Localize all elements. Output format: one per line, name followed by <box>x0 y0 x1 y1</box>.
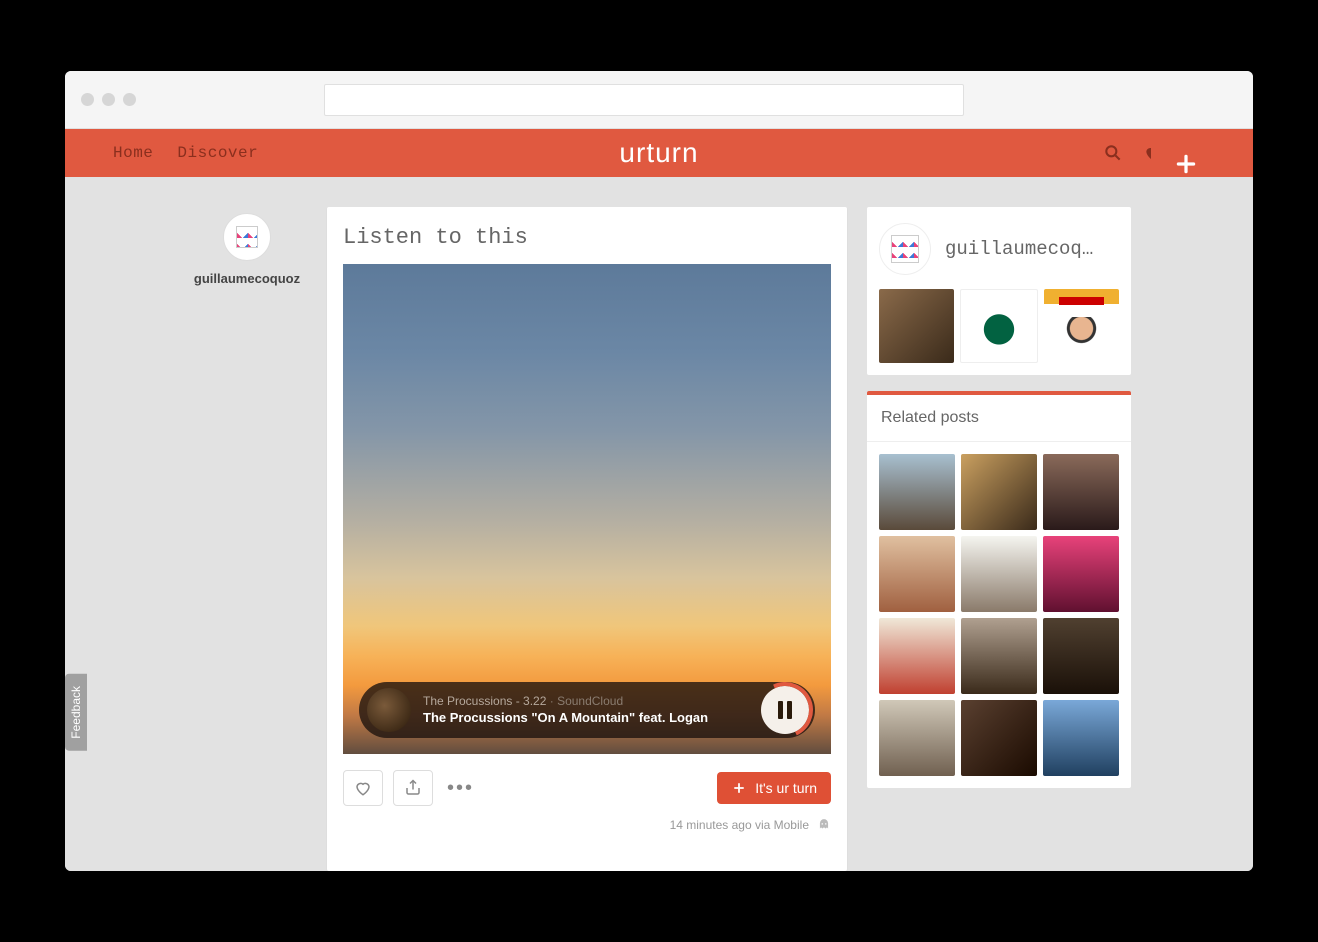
track-source: · SoundCloud <box>546 694 623 708</box>
nav-discover[interactable]: Discover <box>177 144 258 162</box>
profile-avatar[interactable] <box>879 223 931 275</box>
related-posts-card: Related posts <box>867 391 1131 788</box>
track-artwork <box>367 688 411 732</box>
related-posts-grid <box>867 442 1131 788</box>
browser-chrome <box>65 71 1253 129</box>
traffic-lights <box>81 93 136 106</box>
more-options-button[interactable]: ••• <box>443 777 478 800</box>
cta-label: It's ur turn <box>755 780 817 796</box>
its-ur-turn-button[interactable]: It's ur turn <box>717 772 831 804</box>
profile-name[interactable]: guillaumecoq… <box>945 238 1093 260</box>
minimize-window-button[interactable] <box>102 93 115 106</box>
post-title: Listen to this <box>327 207 847 264</box>
pause-icon <box>778 701 792 719</box>
profile-thumb[interactable] <box>960 289 1037 363</box>
profile-thumb[interactable] <box>879 289 954 363</box>
track-title: The Procussions "On A Mountain" feat. Lo… <box>423 709 749 727</box>
profile-card: guillaumecoq… <box>867 207 1131 375</box>
related-post-thumb[interactable] <box>1043 618 1119 694</box>
search-icon[interactable] <box>1101 141 1125 165</box>
close-window-button[interactable] <box>81 93 94 106</box>
related-post-thumb[interactable] <box>879 536 955 612</box>
author-name[interactable]: guillaumecoquoz <box>187 271 307 286</box>
post-footer: 14 minutes ago via Mobile <box>327 814 847 836</box>
avatar-icon <box>236 226 258 248</box>
related-post-thumb[interactable] <box>961 618 1037 694</box>
related-post-thumb[interactable] <box>961 700 1037 776</box>
share-button[interactable] <box>393 770 433 806</box>
content-area: Feedback guillaumecoquoz Listen to this … <box>65 177 1253 871</box>
related-post-thumb[interactable] <box>1043 536 1119 612</box>
track-meta: The Procussions - 3.22 <box>423 694 546 708</box>
profile-thumb[interactable] <box>1044 289 1119 363</box>
ghost-icon <box>817 818 831 832</box>
nav-home[interactable]: Home <box>113 144 153 162</box>
related-post-thumb[interactable] <box>961 536 1037 612</box>
app-header: Home Discover urturn <box>65 129 1253 177</box>
post-card: Listen to this The Procussions - 3.22 · … <box>327 207 847 871</box>
audio-player: The Procussions - 3.22 · SoundCloud The … <box>359 682 815 738</box>
address-bar[interactable] <box>324 84 964 116</box>
author-avatar[interactable] <box>223 213 271 261</box>
related-post-thumb[interactable] <box>1043 454 1119 530</box>
feedback-tab[interactable]: Feedback <box>65 674 87 751</box>
related-post-thumb[interactable] <box>879 454 955 530</box>
author-column: guillaumecoquoz <box>187 207 307 871</box>
sidebar: guillaumecoq… Related posts <box>867 207 1131 871</box>
related-post-thumb[interactable] <box>879 618 955 694</box>
post-actions: ••• It's ur turn <box>343 770 831 806</box>
related-posts-title: Related posts <box>867 395 1131 442</box>
avatar-icon <box>891 235 919 263</box>
browser-window: Home Discover urturn Feedback guillaumec… <box>65 71 1253 871</box>
profile-recent-posts <box>879 289 1119 363</box>
nav-links: Home Discover <box>113 144 258 162</box>
plus-icon <box>731 780 747 796</box>
pause-button[interactable] <box>761 686 809 734</box>
like-button[interactable] <box>343 770 383 806</box>
post-media[interactable]: The Procussions - 3.22 · SoundCloud The … <box>343 264 831 754</box>
related-post-thumb[interactable] <box>961 454 1037 530</box>
app-logo[interactable]: urturn <box>619 137 698 169</box>
related-post-thumb[interactable] <box>1043 700 1119 776</box>
related-post-thumb[interactable] <box>879 700 955 776</box>
maximize-window-button[interactable] <box>123 93 136 106</box>
track-info: The Procussions - 3.22 · SoundCloud The … <box>423 693 749 728</box>
post-timestamp: 14 minutes ago via Mobile <box>670 818 809 832</box>
